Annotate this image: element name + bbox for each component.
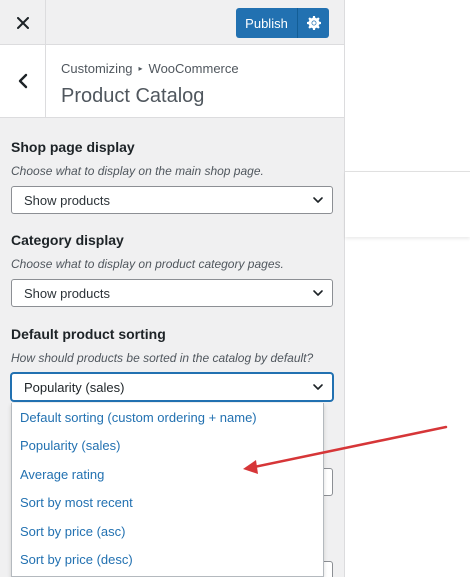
sorting-option-default[interactable]: Default sorting (custom ordering + name) — [12, 403, 323, 432]
publish-button[interactable]: Publish — [236, 8, 298, 38]
back-button[interactable] — [0, 45, 46, 117]
default-sorting-value: Popularity (sales) — [24, 379, 125, 395]
shop-page-display-control: Shop page display Choose what to display… — [11, 139, 333, 214]
default-sorting-label: Default product sorting — [11, 326, 166, 342]
breadcrumb-separator-icon: ▸ — [138, 64, 143, 73]
default-sorting-select[interactable]: Popularity (sales) — [11, 373, 333, 401]
sorting-option-price-asc[interactable]: Sort by price (asc) — [12, 517, 323, 546]
shop-page-display-value: Show products — [24, 192, 110, 208]
gear-icon — [306, 16, 321, 30]
preview-panel — [345, 171, 470, 237]
chevron-down-icon — [313, 384, 323, 390]
section-header: Customizing ▸ WooCommerce Product Catalo… — [0, 45, 344, 118]
breadcrumb: Customizing ▸ WooCommerce — [61, 61, 239, 76]
publish-group: Publish — [236, 8, 329, 38]
shop-page-display-select[interactable]: Show products — [11, 186, 333, 214]
category-display-label: Category display — [11, 232, 124, 248]
category-display-control: Category display Choose what to display … — [11, 232, 333, 307]
chevron-down-icon — [313, 197, 323, 203]
publish-settings-button[interactable] — [298, 8, 329, 38]
customizer-sidebar: Publish Customizing ▸ WooCommerce Produc… — [0, 0, 345, 577]
breadcrumb-child: WooCommerce — [148, 61, 239, 76]
sorting-option-price-desc[interactable]: Sort by price (desc) — [12, 546, 323, 575]
close-customizer-button[interactable] — [0, 0, 46, 45]
default-sorting-description: How should products be sorted in the cat… — [11, 351, 314, 365]
section-title: Product Catalog — [61, 85, 205, 107]
shop-page-display-description: Choose what to display on the main shop … — [11, 164, 264, 178]
category-display-value: Show products — [24, 285, 110, 301]
sorting-option-rating[interactable]: Average rating — [12, 460, 323, 489]
shop-page-display-label: Shop page display — [11, 139, 135, 155]
breadcrumb-parent: Customizing — [61, 61, 133, 76]
category-display-description: Choose what to display on product catego… — [11, 257, 284, 271]
close-icon — [16, 16, 29, 29]
category-display-select[interactable]: Show products — [11, 279, 333, 307]
sorting-option-recent[interactable]: Sort by most recent — [12, 489, 323, 518]
default-sorting-control: Default product sorting How should produ… — [11, 326, 333, 401]
default-sorting-dropdown: Default sorting (custom ordering + name)… — [11, 403, 324, 577]
chevron-left-icon — [18, 73, 27, 89]
customizer-header: Publish — [0, 0, 344, 45]
sorting-option-popularity[interactable]: Popularity (sales) — [12, 432, 323, 461]
chevron-down-icon — [313, 290, 323, 296]
